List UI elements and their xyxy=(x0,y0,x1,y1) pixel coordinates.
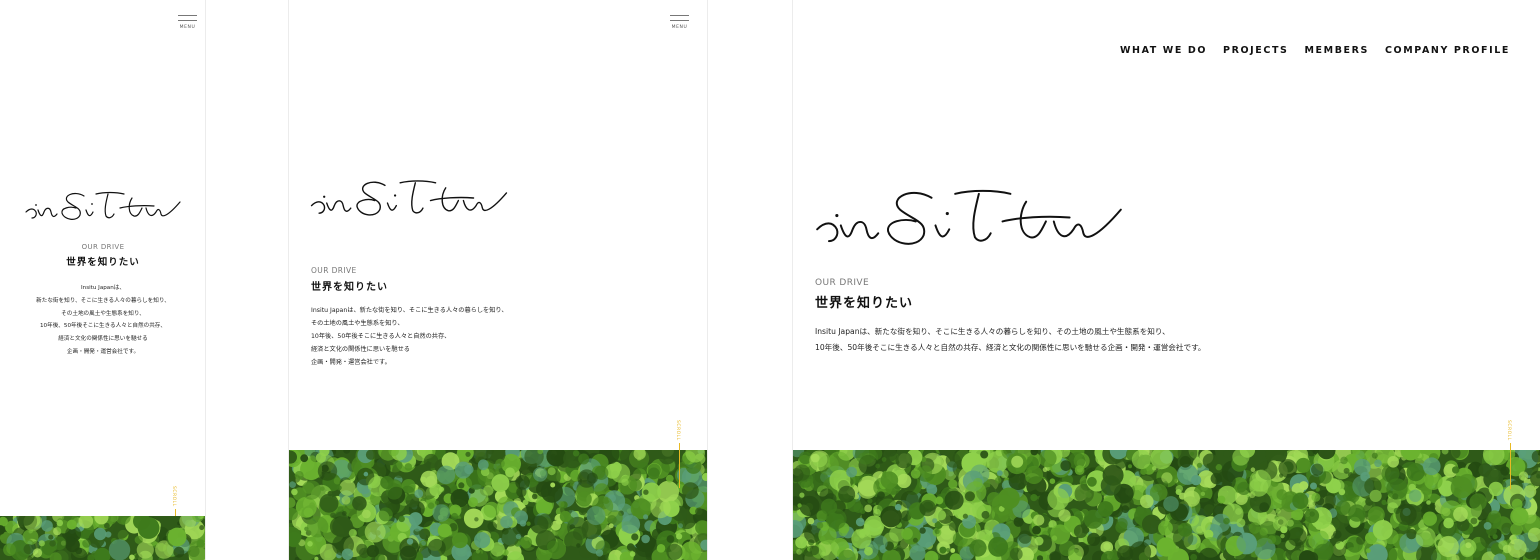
scroll-label: SCROLL xyxy=(675,420,680,441)
nav-company-profile[interactable]: COMPANY PROFILE xyxy=(1385,45,1510,56)
forest-hero-image xyxy=(289,450,707,560)
forest-hero-image xyxy=(793,450,1540,560)
hamburger-icon xyxy=(670,15,689,16)
body-line: Insitu Japanは、新たな街を知り、そこに生きる人々の暮らしを知り、 xyxy=(311,307,508,314)
drive-body: Insitu Japanは、新たな街を知り、そこに生きる人々の暮らしを知り、 そ… xyxy=(311,304,508,369)
scroll-label: SCROLL xyxy=(171,486,176,507)
drive-label: OUR DRIVE xyxy=(815,278,870,288)
nav-projects[interactable]: PROJECTS xyxy=(1223,45,1288,56)
forest-canopy-art xyxy=(0,516,205,560)
menu-label: MENU xyxy=(179,25,196,30)
insitu-logo-script xyxy=(25,191,181,220)
body-line: 10年後、50年後そこに生きる人々と自然の共存、 xyxy=(311,333,451,340)
desktop-preview: WHAT WE DO PROJECTS MEMBERS COMPANY PROF… xyxy=(792,0,1540,560)
scroll-line xyxy=(1509,442,1511,489)
drive-label: OUR DRIVE xyxy=(81,243,125,251)
drive-label: OUR DRIVE xyxy=(311,266,357,275)
menu-button[interactable]: MENU xyxy=(178,15,197,30)
insitu-logo[interactable] xyxy=(813,182,1125,253)
body-line: 経済と文化の関係性に思いを馳せる xyxy=(311,346,410,353)
body-line: Insitu Japanは、 xyxy=(81,285,125,291)
drive-title: 世界を知りたい xyxy=(66,257,140,268)
tablet-preview: MENU OUR DRIVE 世界を知りたい Insitu Japanは、新たな… xyxy=(288,0,708,560)
insitu-logo-script xyxy=(310,180,508,216)
our-drive-section: OUR DRIVE 世界を知りたい Insitu Japanは、新たな街を知り、… xyxy=(815,278,1206,355)
menu-button[interactable]: MENU xyxy=(670,15,689,30)
nav-what-we-do[interactable]: WHAT WE DO xyxy=(1120,45,1207,56)
hamburger-icon xyxy=(178,15,197,16)
menu-label: MENU xyxy=(671,25,688,30)
drive-title: 世界を知りたい xyxy=(311,282,388,293)
drive-body: Insitu Japanは、新たな街を知り、そこに生きる人々の暮らしを知り、その… xyxy=(815,324,1206,355)
drive-title: 世界を知りたい xyxy=(815,296,914,311)
drive-body: Insitu Japanは、 新たな街を知り、そこに生きる人々の暮らしを知り、 … xyxy=(0,282,205,359)
forest-canopy-art xyxy=(793,450,1540,560)
our-drive-section: OUR DRIVE 世界を知りたい Insitu Japanは、 新たな街を知り… xyxy=(0,243,205,359)
body-line: 経済と文化の関係性に思いを馳せる xyxy=(58,336,148,343)
scroll-line xyxy=(678,442,680,488)
scroll-label: SCROLL xyxy=(1506,420,1511,441)
insitu-logo-script xyxy=(816,189,1122,245)
mobile-preview: MENU OUR DRIVE 世界を知りたい Insitu Japanは、 新た… xyxy=(0,0,206,560)
main-nav: WHAT WE DO PROJECTS MEMBERS COMPANY PROF… xyxy=(1120,45,1510,56)
forest-hero-image xyxy=(0,516,205,560)
scroll-indicator[interactable]: SCROLL xyxy=(1506,420,1514,489)
scroll-indicator[interactable]: SCROLL xyxy=(675,420,683,488)
body-line: 新たな街を知り、そこに生きる人々の暮らしを知り、 xyxy=(36,297,170,304)
body-line: その土地の風土や生態系を知り、 xyxy=(311,320,404,327)
body-line: 企画・開発・運営会社です。 xyxy=(66,348,140,355)
body-line: 10年後、50年後そこに生きる人々と自然の共存、経済と文化の関係性に思いを馳せる… xyxy=(815,342,1206,352)
insitu-logo[interactable] xyxy=(24,188,182,224)
forest-canopy-art xyxy=(289,450,707,560)
body-line: 10年後、50年後そこに生きる人々と自然の共存、 xyxy=(40,323,166,330)
body-line: 企画・開発・運営会社です。 xyxy=(311,359,391,366)
body-line: Insitu Japanは、新たな街を知り、そこに生きる人々の暮らしを知り、その… xyxy=(815,327,1170,336)
nav-members[interactable]: MEMBERS xyxy=(1305,45,1369,56)
our-drive-section: OUR DRIVE 世界を知りたい Insitu Japanは、新たな街を知り、… xyxy=(311,266,508,369)
body-line: その土地の風土や生態系を知り、 xyxy=(61,310,145,317)
insitu-logo[interactable] xyxy=(309,175,509,221)
